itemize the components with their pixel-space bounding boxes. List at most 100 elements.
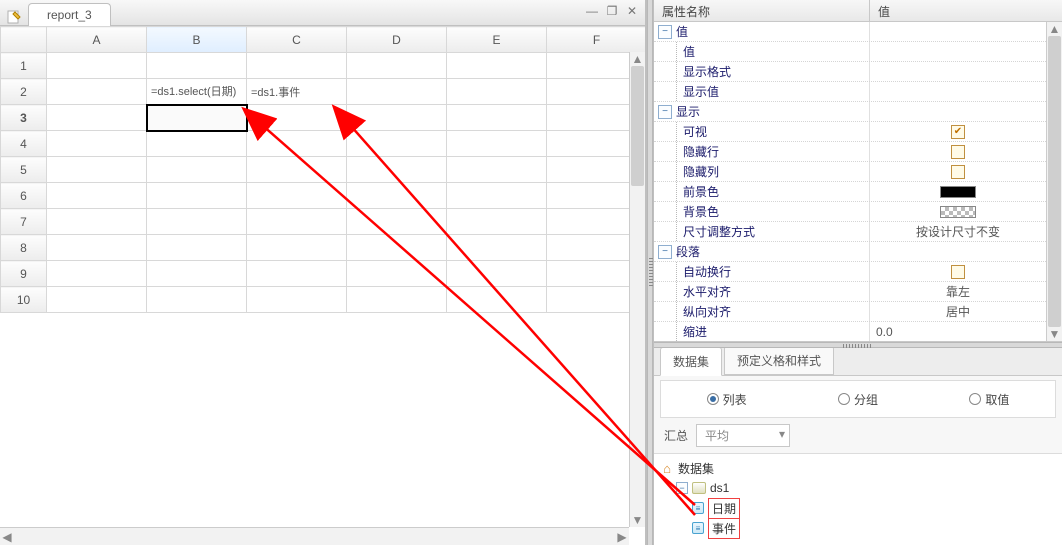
cell-B2[interactable]: =ds1.select(日期) <box>147 79 247 105</box>
radio-value[interactable]: 取值 <box>969 391 1009 408</box>
cell-C2[interactable]: =ds1.事件 <box>247 79 347 105</box>
cell-A3[interactable] <box>47 105 147 131</box>
document-tab[interactable]: report_3 <box>28 3 111 26</box>
cell-B4[interactable] <box>147 131 247 157</box>
row-header-10[interactable]: 10 <box>1 287 47 313</box>
tree-col-event[interactable]: ≡ 事件 <box>660 518 1056 538</box>
cell-C6[interactable] <box>247 183 347 209</box>
cell-A2[interactable] <box>47 79 147 105</box>
cell-D3[interactable] <box>347 105 447 131</box>
checkbox-icon[interactable] <box>951 265 965 279</box>
prop-value-cell[interactable]: 靠左 <box>870 283 1046 300</box>
cell-E6[interactable] <box>447 183 547 209</box>
cell-B3-selected[interactable] <box>147 105 247 131</box>
prop-item-row[interactable]: 尺寸调整方式按设计尺寸不变 <box>654 222 1046 242</box>
row-header-7[interactable]: 7 <box>1 209 47 235</box>
radio-list[interactable]: 列表 <box>707 391 747 408</box>
close-button[interactable]: ✕ <box>625 4 639 18</box>
prop-value-cell[interactable]: 0.0 <box>870 325 1046 339</box>
tab-dataset[interactable]: 数据集 <box>660 347 722 376</box>
prop-group-row[interactable]: −值 <box>654 22 1046 42</box>
prop-value-cell[interactable] <box>870 206 1046 218</box>
row-header-3[interactable]: 3 <box>1 105 47 131</box>
col-header-B[interactable]: B <box>147 27 247 53</box>
cell-D4[interactable] <box>347 131 447 157</box>
collapse-icon[interactable]: − <box>658 245 672 259</box>
col-header-A[interactable]: A <box>47 27 147 53</box>
color-swatch-transparent[interactable] <box>940 206 976 218</box>
cell-E5[interactable] <box>447 157 547 183</box>
prop-group-row[interactable]: −段落 <box>654 242 1046 262</box>
cell-B8[interactable] <box>147 235 247 261</box>
prop-group-row[interactable]: −显示 <box>654 102 1046 122</box>
prop-item-row[interactable]: 缩进0.0 <box>654 322 1046 342</box>
prop-item-row[interactable]: 自动换行 <box>654 262 1046 282</box>
scroll-up-icon[interactable]: ▲ <box>630 52 645 66</box>
prop-item-row[interactable]: 显示格式 <box>654 62 1046 82</box>
row-header-4[interactable]: 4 <box>1 131 47 157</box>
prop-item-row[interactable]: 背景色 <box>654 202 1046 222</box>
cell-C1[interactable] <box>247 53 347 79</box>
row-header-5[interactable]: 5 <box>1 157 47 183</box>
cell-B10[interactable] <box>147 287 247 313</box>
cell-A10[interactable] <box>47 287 147 313</box>
prop-item-row[interactable]: 隐藏列 <box>654 162 1046 182</box>
cell-A8[interactable] <box>47 235 147 261</box>
cell-E2[interactable] <box>447 79 547 105</box>
prop-value-cell[interactable] <box>870 145 1046 159</box>
tree-col-date[interactable]: ≡ 日期 <box>660 498 1056 518</box>
cell-C3[interactable] <box>247 105 347 131</box>
sheet-horizontal-scrollbar[interactable]: ◀ ▶ <box>0 527 629 545</box>
cell-D9[interactable] <box>347 261 447 287</box>
cell-D6[interactable] <box>347 183 447 209</box>
checkbox-icon[interactable]: ✔ <box>951 125 965 139</box>
prop-value-cell[interactable] <box>870 265 1046 279</box>
cell-D1[interactable] <box>347 53 447 79</box>
cell-B9[interactable] <box>147 261 247 287</box>
spreadsheet-grid[interactable]: A B C D E F 1 2=ds1.select(日期)=ds1.事件 3 … <box>0 26 645 313</box>
scroll-thumb[interactable] <box>631 66 644 186</box>
cell-D5[interactable] <box>347 157 447 183</box>
collapse-icon[interactable]: − <box>676 482 688 494</box>
col-header-F[interactable]: F <box>547 27 646 53</box>
sheet-vertical-scrollbar[interactable]: ▲ ▼ <box>629 52 645 527</box>
cell-C4[interactable] <box>247 131 347 157</box>
cell-C8[interactable] <box>247 235 347 261</box>
cell-E1[interactable] <box>447 53 547 79</box>
collapse-icon[interactable]: − <box>658 105 672 119</box>
scroll-right-icon[interactable]: ▶ <box>615 528 629 545</box>
cell-A5[interactable] <box>47 157 147 183</box>
prop-item-row[interactable]: 水平对齐靠左 <box>654 282 1046 302</box>
row-header-8[interactable]: 8 <box>1 235 47 261</box>
prop-value-cell[interactable]: 居中 <box>870 303 1046 320</box>
radio-group[interactable]: 分组 <box>838 391 878 408</box>
cell-A6[interactable] <box>47 183 147 209</box>
restore-button[interactable]: ❐ <box>605 4 619 18</box>
col-header-E[interactable]: E <box>447 27 547 53</box>
cell-C9[interactable] <box>247 261 347 287</box>
horizontal-splitter[interactable] <box>654 342 1062 348</box>
vertical-splitter[interactable] <box>647 0 653 545</box>
prop-value-cell[interactable] <box>870 165 1046 179</box>
prop-value-cell[interactable] <box>870 186 1046 198</box>
scroll-thumb[interactable] <box>1048 36 1061 327</box>
prop-value-cell[interactable]: 按设计尺寸不变 <box>870 223 1046 240</box>
cell-C5[interactable] <box>247 157 347 183</box>
checkbox-icon[interactable] <box>951 145 965 159</box>
scroll-left-icon[interactable]: ◀ <box>0 528 14 545</box>
prop-item-row[interactable]: 显示值 <box>654 82 1046 102</box>
prop-item-row[interactable]: 可视✔ <box>654 122 1046 142</box>
checkbox-icon[interactable] <box>951 165 965 179</box>
col-header-C[interactable]: C <box>247 27 347 53</box>
cell-A7[interactable] <box>47 209 147 235</box>
cell-B7[interactable] <box>147 209 247 235</box>
prop-item-row[interactable]: 前景色 <box>654 182 1046 202</box>
cell-E7[interactable] <box>447 209 547 235</box>
cell-B6[interactable] <box>147 183 247 209</box>
cell-E10[interactable] <box>447 287 547 313</box>
row-header-6[interactable]: 6 <box>1 183 47 209</box>
cell-E8[interactable] <box>447 235 547 261</box>
property-scrollbar[interactable]: ▲ ▼ <box>1046 22 1062 341</box>
cell-B1[interactable] <box>147 53 247 79</box>
cell-A1[interactable] <box>47 53 147 79</box>
